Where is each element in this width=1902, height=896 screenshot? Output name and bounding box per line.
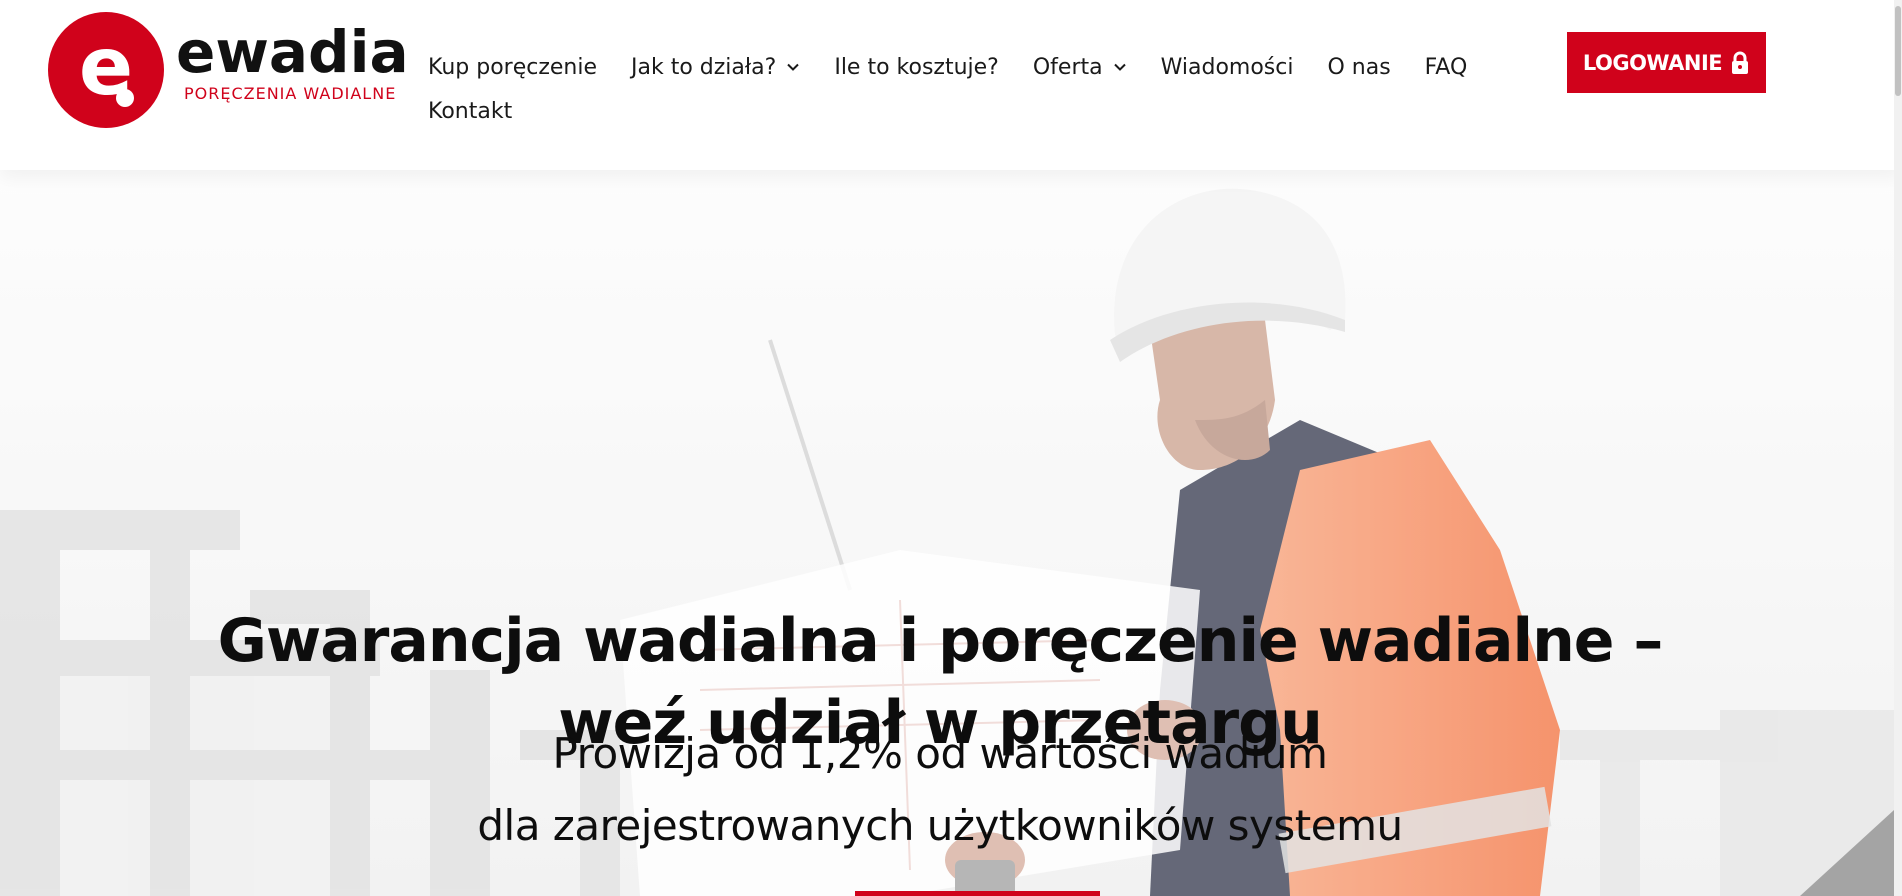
logo-mark-icon: e: [48, 12, 164, 128]
main-nav: Kup poręczenie Jak to działa? Ile to kos…: [428, 45, 1467, 133]
hero-section: Gwarancja wadialna i poręczenie wadialne…: [0, 170, 1894, 896]
hero-subtitle: Prowizja od 1,2% od wartości wadium dla …: [200, 718, 1680, 862]
nav-item-label: Kup poręczenie: [428, 54, 598, 80]
nav-item-label: Ile to kosztuje?: [834, 54, 999, 80]
nav-item-oferta[interactable]: Oferta: [1033, 55, 1127, 80]
logo-tagline: PORĘCZENIA WADIALNE: [184, 84, 397, 103]
nav-item-label: Kontakt: [428, 98, 513, 124]
lock-icon: [1732, 51, 1749, 74]
nav-row-1: Kup poręczenie Jak to działa? Ile to kos…: [428, 45, 1467, 89]
login-button-label: LOGOWANIE: [1582, 50, 1723, 75]
hero-subtitle-line-2: dla zarejestrowanych użytkowników system…: [477, 801, 1403, 850]
nav-item-label: O nas: [1327, 54, 1391, 80]
hero-cta-button[interactable]: [855, 891, 1100, 896]
nav-item-label: Wiadomości: [1160, 54, 1294, 80]
hero-subtitle-line-1: Prowizja od 1,2% od wartości wadium: [552, 729, 1328, 778]
nav-item-label: Oferta: [1032, 54, 1103, 80]
nav-item-o-nas[interactable]: O nas: [1327, 55, 1390, 80]
chevron-down-icon: [1113, 63, 1126, 71]
nav-item-kup-poreczenie[interactable]: Kup poręczenie: [428, 55, 597, 80]
nav-item-jak-to-dziala[interactable]: Jak to działa?: [631, 55, 800, 80]
site-header: e ewadia PORĘCZENIA WADIALNE Kup poręcze…: [0, 0, 1902, 170]
logo-wordmark: ewadia: [176, 18, 409, 86]
nav-row-2: Kontakt: [428, 89, 1448, 133]
nav-item-label: Jak to działa?: [631, 54, 777, 80]
nav-item-kontakt[interactable]: Kontakt: [428, 99, 512, 124]
chevron-down-icon: [787, 63, 800, 71]
scrollbar-thumb[interactable]: [1895, 6, 1901, 96]
nav-item-faq[interactable]: FAQ: [1425, 55, 1468, 80]
nav-item-ile-to-kosztuje[interactable]: Ile to kosztuje?: [834, 55, 999, 80]
nav-item-label: FAQ: [1424, 54, 1468, 80]
page-scrollbar[interactable]: [1894, 0, 1902, 896]
nav-item-wiadomosci[interactable]: Wiadomości: [1161, 55, 1294, 80]
logo[interactable]: e ewadia PORĘCZENIA WADIALNE: [46, 10, 409, 130]
login-button[interactable]: LOGOWANIE: [1567, 32, 1766, 93]
